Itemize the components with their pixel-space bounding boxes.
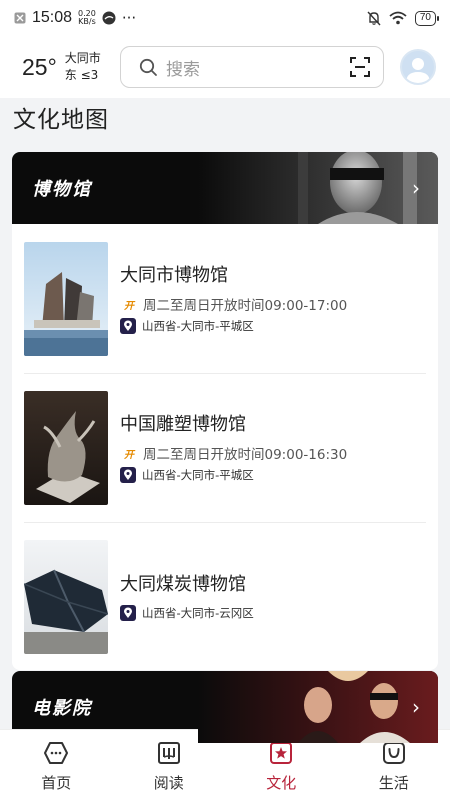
museum-thumbnail bbox=[24, 242, 108, 356]
chevron-right-icon: › bbox=[412, 695, 420, 719]
museum-address: 山西省-大同市-云冈区 bbox=[120, 602, 254, 624]
museum-banner[interactable]: 博物馆 › bbox=[12, 152, 438, 224]
page-title: 文化地图 bbox=[13, 107, 109, 133]
open-icon: 开 bbox=[124, 300, 134, 312]
museum-thumbnail bbox=[24, 540, 108, 654]
avatar[interactable] bbox=[400, 49, 436, 85]
nav-label: 文化 bbox=[266, 774, 297, 792]
section-title-museum: 博物馆 bbox=[32, 179, 92, 200]
museum-name: 中国雕塑博物馆 bbox=[120, 414, 246, 435]
museum-item[interactable]: 大同煤炭博物馆 山西省-大同市-云冈区 bbox=[24, 538, 426, 656]
sculpture-image bbox=[198, 152, 438, 224]
divider bbox=[24, 522, 426, 523]
culture-icon bbox=[270, 742, 293, 764]
nav-item-home[interactable]: 首页 bbox=[0, 730, 113, 800]
opening-hours: 开 周二至周日开放时间09:00-17:00 bbox=[120, 293, 347, 315]
more-notifications-icon: ··· bbox=[121, 9, 137, 27]
scan-icon[interactable] bbox=[349, 56, 371, 78]
wifi-icon bbox=[389, 11, 407, 25]
museum-thumbnail bbox=[24, 391, 108, 505]
open-icon: 开 bbox=[124, 449, 134, 461]
home-icon bbox=[44, 742, 69, 764]
museum-card: 博物馆 › 大同市博物馆 开 周二至周日开放时间09:00-17:00 山西省-… bbox=[12, 152, 438, 670]
temperature: 25° bbox=[22, 53, 57, 80]
mute-icon bbox=[367, 11, 381, 25]
building-image bbox=[24, 242, 108, 356]
battery-indicator: 70 bbox=[414, 10, 440, 26]
search-placeholder: 搜索 bbox=[166, 59, 200, 80]
app-header: 25° 大同市 东 ≤3 搜索 bbox=[0, 36, 450, 98]
museum-address: 山西省-大同市-平城区 bbox=[120, 315, 347, 337]
museum-item[interactable]: 大同市博物馆 开 周二至周日开放时间09:00-17:00 山西省-大同市-平城… bbox=[24, 240, 426, 358]
museum-address: 山西省-大同市-平城区 bbox=[120, 464, 347, 486]
notification-icon bbox=[14, 12, 26, 24]
life-icon bbox=[382, 742, 405, 764]
nav-label: 阅读 bbox=[153, 774, 184, 792]
section-title-cinema: 电影院 bbox=[32, 698, 92, 719]
weather-widget[interactable]: 25° 大同市 东 ≤3 bbox=[22, 50, 120, 84]
sculpture-photo bbox=[24, 391, 108, 505]
book-icon bbox=[157, 742, 180, 764]
opening-hours: 开 周二至周日开放时间09:00-16:30 bbox=[120, 442, 347, 464]
museum-name: 大同煤炭博物馆 bbox=[120, 574, 246, 595]
museum-name: 大同市博物馆 bbox=[120, 265, 228, 286]
divider bbox=[24, 373, 426, 374]
location-icon bbox=[120, 605, 136, 621]
search-icon bbox=[139, 58, 157, 76]
cinema-image bbox=[198, 671, 438, 743]
user-icon bbox=[406, 58, 430, 83]
search-input[interactable]: 搜索 bbox=[120, 46, 384, 88]
app-notification-icon bbox=[102, 11, 116, 25]
nav-label: 首页 bbox=[41, 774, 72, 792]
wind-level: 东 ≤3 bbox=[64, 68, 99, 82]
status-bar: 15:08 0.20 KB/s ··· 70 bbox=[0, 0, 450, 36]
city-name: 大同市 bbox=[64, 51, 101, 65]
network-speed: 0.20 KB/s bbox=[78, 9, 96, 26]
chevron-right-icon: › bbox=[412, 176, 420, 200]
building-image bbox=[24, 540, 108, 654]
nav-label: 生活 bbox=[378, 774, 409, 792]
museum-item[interactable]: 中国雕塑博物馆 开 周二至周日开放时间09:00-16:30 山西省-大同市-平… bbox=[24, 389, 426, 507]
status-time: 15:08 bbox=[32, 9, 73, 26]
location-icon bbox=[120, 467, 136, 483]
location-icon bbox=[120, 318, 136, 334]
